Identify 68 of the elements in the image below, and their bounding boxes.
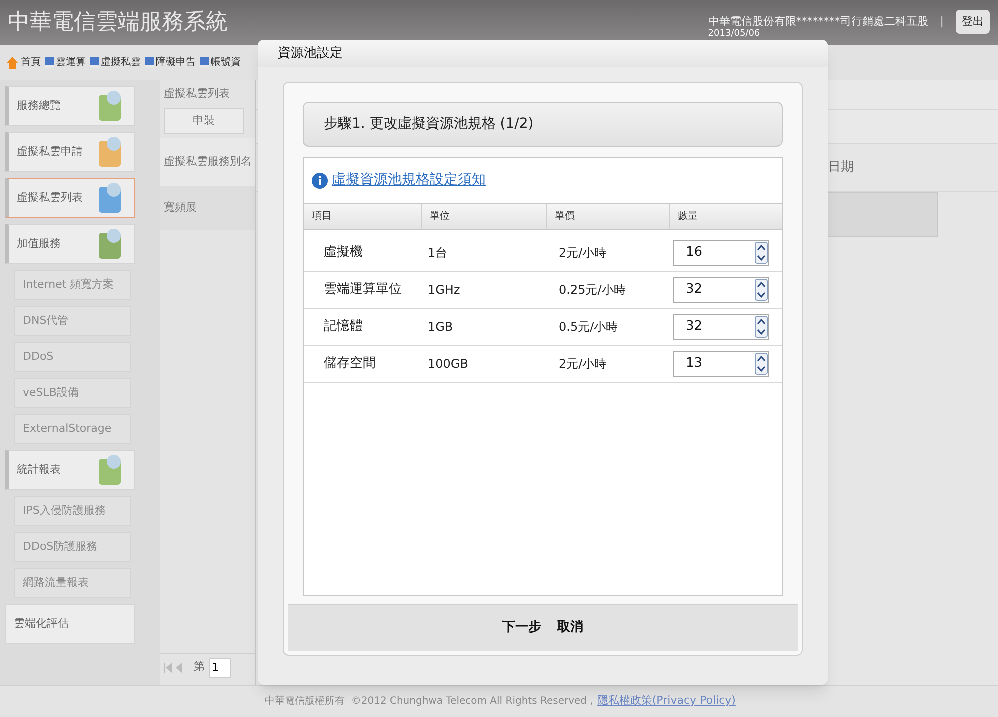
table-cell-text: 0.5元/小時 — [558, 319, 620, 336]
app-title: 中華電信雲端服務系統 — [8, 9, 228, 37]
spinner-arrows-icon[interactable] — [755, 279, 768, 301]
sidebar-subitem[interactable]: Internet 頻寬方案 — [14, 270, 131, 300]
sidebar-item[interactable]: 虛擬私雲申請 — [5, 132, 135, 172]
document-icon — [145, 57, 154, 68]
column-header: 虛擬私雲服務別名 — [160, 138, 255, 186]
company-name: 中華電信股份有限********司行銷處二科五股 — [708, 14, 928, 29]
step-title: 步驟1. 更改虛擬資源池規格 (1/2) — [324, 115, 534, 134]
dialog-button[interactable]: 下一步 — [498, 614, 546, 642]
table-cell-text: 0.25元/小時 — [558, 282, 627, 299]
nav-link[interactable]: 障礙申告 — [145, 55, 196, 70]
table-cell: 寬頻展 — [160, 186, 255, 230]
column-header: 項目 — [311, 210, 333, 224]
sidebar-subitem[interactable]: IPS入侵防護服務 — [14, 496, 131, 526]
notice-link[interactable]: 虛擬資源池規格設定須知 — [332, 170, 486, 191]
date-text: 2013/05/06 — [708, 30, 762, 40]
nav-link[interactable]: 虛擬私雲 — [90, 55, 141, 70]
separator-text: | — [940, 14, 944, 30]
page-label: 第 — [194, 659, 205, 676]
nav-link[interactable]: 帳號資 — [200, 55, 241, 70]
panel-title: 虛擬私雲列表 — [163, 86, 231, 102]
spinner-arrows-icon[interactable] — [755, 242, 768, 264]
spinner-arrows-icon[interactable] — [755, 353, 768, 375]
sidebar-subitem[interactable]: DNS代管 — [14, 306, 131, 336]
table-cell-text: 記憶體 — [323, 318, 364, 336]
table-cell-text: 雲端運算單位 — [323, 281, 403, 300]
nav-link[interactable]: 雲運算 — [45, 55, 86, 70]
sidebar-item[interactable]: 服務總覽 — [5, 86, 135, 126]
nav-link[interactable]: 首頁 — [6, 55, 41, 70]
document-icon — [45, 57, 54, 68]
quantity-spinner[interactable]: 32 — [673, 314, 769, 340]
sidebar-item[interactable]: 虛擬私雲列表 — [5, 178, 135, 218]
document-icon — [200, 57, 209, 68]
sidebar-subitem[interactable]: DDoS — [14, 342, 131, 372]
sidebar-subitem[interactable]: ExternalStorage — [14, 414, 131, 444]
sidebar-subitem[interactable]: DDoS防護服務 — [14, 532, 131, 562]
table-cell-text: 100GB — [427, 356, 470, 373]
table-cell-text: 1GB — [427, 319, 454, 336]
sidebar-item[interactable]: 加值服務 — [5, 224, 135, 264]
quantity-spinner[interactable]: 13 — [673, 351, 769, 377]
table-cell-text: 虛擬機 — [323, 244, 364, 262]
table-cell-text: 儲存空間 — [323, 355, 377, 374]
column-header: 數量 — [669, 204, 782, 229]
quantity-spinner[interactable]: 16 — [673, 240, 769, 266]
column-header: 日期 — [828, 158, 854, 177]
home-icon — [6, 56, 19, 70]
table-cell-text: 1GHz — [427, 282, 462, 299]
table-cell-text: 2元/小時 — [558, 356, 608, 373]
dialog-button[interactable]: 取消 — [554, 614, 588, 642]
sidebar-item[interactable]: 統計報表 — [5, 450, 135, 490]
info-icon — [312, 172, 328, 188]
dialog-title: 資源池設定 — [278, 44, 343, 63]
quantity-spinner[interactable]: 32 — [673, 277, 769, 303]
sidebar-subitem[interactable]: 網路流量報表 — [14, 568, 131, 598]
table-cell-text: 2元/小時 — [558, 245, 608, 262]
table-cell-text: 1台 — [427, 245, 449, 262]
logout-button[interactable]: 登出 — [956, 10, 990, 34]
spinner-arrows-icon[interactable] — [755, 316, 768, 338]
column-header: 單價 — [546, 204, 669, 229]
apply-button[interactable]: 申裝 — [164, 108, 244, 134]
privacy-link[interactable]: 隱私權政策(Privacy Policy) — [597, 693, 736, 710]
copyright-text: 中華電信版權所有 ©2012 Chunghwa Telecom All Rights Reserved , — [265, 694, 594, 709]
column-header: 單位 — [421, 204, 546, 229]
page-input[interactable]: 1 — [209, 658, 231, 678]
document-icon — [90, 57, 99, 68]
sidebar-item[interactable]: 雲端化評估 — [5, 604, 135, 644]
sidebar-subitem[interactable]: veSLB設備 — [14, 378, 131, 408]
